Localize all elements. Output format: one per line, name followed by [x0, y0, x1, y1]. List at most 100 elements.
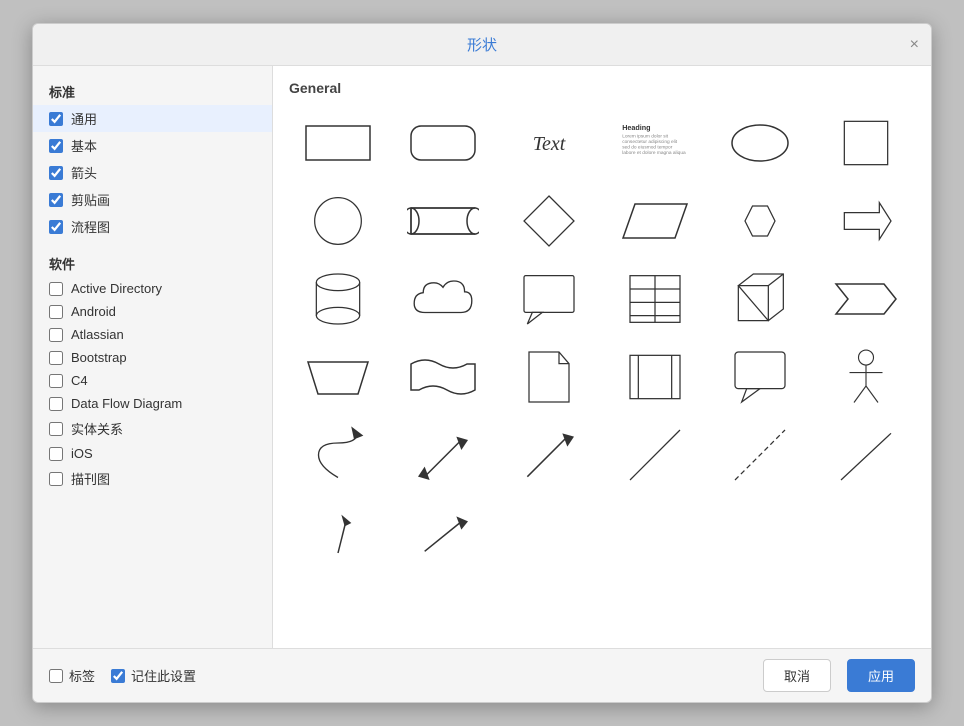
shape-arrow-small-up[interactable]: [289, 498, 387, 568]
checkbox-software-7[interactable]: [49, 447, 63, 461]
software-label-5: Data Flow Diagram: [71, 396, 182, 411]
shape-process[interactable]: [606, 342, 704, 412]
shape-cube[interactable]: [712, 264, 810, 334]
shape-s-arrow[interactable]: [289, 420, 387, 490]
checkbox-software-6[interactable]: [49, 422, 63, 436]
checkbox-software-5[interactable]: [49, 397, 63, 411]
apply-button[interactable]: 应用: [847, 659, 915, 692]
shapes-dialog: 形状 × 标准 通用基本箭头剪贴画流程图 软件 Active Directory…: [32, 23, 932, 703]
shape-parallelogram[interactable]: [606, 186, 704, 256]
software-section-title: 软件: [33, 248, 272, 277]
shape-rounded-rect[interactable]: [395, 108, 493, 178]
shape-person[interactable]: [817, 342, 915, 412]
checkbox-software-1[interactable]: [49, 305, 63, 319]
sidebar-standard-item-1[interactable]: 基本: [33, 132, 272, 159]
shape-cylinder-h[interactable]: [395, 186, 493, 256]
shape-table[interactable]: [606, 264, 704, 334]
software-label-0: Active Directory: [71, 281, 162, 296]
shape-line-diagonal[interactable]: [606, 420, 704, 490]
standard-label-2: 箭头: [71, 163, 97, 182]
checkbox-standard-2[interactable]: [49, 166, 63, 180]
shape-chevron-arrow[interactable]: [817, 264, 915, 334]
shape-text[interactable]: Text: [500, 108, 598, 178]
remember-checkbox[interactable]: [111, 669, 125, 683]
shape-cloud[interactable]: [395, 264, 493, 334]
checkbox-software-3[interactable]: [49, 351, 63, 365]
dialog-title: 形状: [467, 34, 497, 55]
shape-hexagon[interactable]: [712, 186, 810, 256]
shape-dashed-line[interactable]: [712, 420, 810, 490]
shape-ellipse[interactable]: [712, 108, 810, 178]
sidebar-software-item-3[interactable]: Bootstrap: [33, 346, 272, 369]
cancel-button[interactable]: 取消: [763, 659, 831, 692]
sidebar-software-item-5[interactable]: Data Flow Diagram: [33, 392, 272, 415]
sidebar-standard-item-0[interactable]: 通用: [33, 105, 272, 132]
shape-speech-bubble[interactable]: [712, 342, 810, 412]
footer-left: 标签 记住此设置: [49, 666, 196, 685]
checkbox-standard-0[interactable]: [49, 112, 63, 126]
checkbox-standard-1[interactable]: [49, 139, 63, 153]
svg-text:consectetur adipiscing elit: consectetur adipiscing elit: [622, 139, 678, 145]
close-button[interactable]: ×: [910, 37, 919, 53]
svg-text:Text: Text: [533, 133, 566, 155]
sidebar-software-item-0[interactable]: Active Directory: [33, 277, 272, 300]
sidebar-software-item-2[interactable]: Atlassian: [33, 323, 272, 346]
software-label-7: iOS: [71, 446, 93, 461]
remember-checkbox-item[interactable]: 记住此设置: [111, 666, 196, 685]
checkbox-software-0[interactable]: [49, 282, 63, 296]
remember-label: 记住此设置: [131, 666, 196, 685]
standard-label-3: 剪贴画: [71, 190, 110, 209]
checkbox-software-2[interactable]: [49, 328, 63, 342]
sidebar-software-item-8[interactable]: 描刊图: [33, 465, 272, 492]
sidebar-standard-item-4[interactable]: 流程图: [33, 213, 272, 240]
tag-checkbox[interactable]: [49, 669, 63, 683]
shape-line[interactable]: [817, 420, 915, 490]
main-content: General Text: [273, 66, 931, 648]
sidebar-standard-item-2[interactable]: 箭头: [33, 159, 272, 186]
svg-text:labore et dolore magna aliqua: labore et dolore magna aliqua: [622, 150, 686, 156]
dialog-footer: 标签 记住此设置 取消 应用: [33, 648, 931, 702]
software-label-3: Bootstrap: [71, 350, 127, 365]
checkbox-software-4[interactable]: [49, 374, 63, 388]
standard-label-0: 通用: [71, 109, 97, 128]
dialog-header: 形状 ×: [33, 24, 931, 66]
section-title: General: [289, 80, 915, 96]
standard-label-1: 基本: [71, 136, 97, 155]
tag-checkbox-item[interactable]: 标签: [49, 666, 95, 685]
shape-circle[interactable]: [289, 186, 387, 256]
shape-double-arrow-diagonal[interactable]: [395, 420, 493, 490]
svg-text:sed do eiusmod tempor: sed do eiusmod tempor: [622, 145, 673, 151]
shape-callout[interactable]: [500, 264, 598, 334]
shape-document[interactable]: [500, 342, 598, 412]
checkbox-software-8[interactable]: [49, 472, 63, 486]
software-label-1: Android: [71, 304, 116, 319]
shape-rectangle[interactable]: [289, 108, 387, 178]
sidebar-software-item-7[interactable]: iOS: [33, 442, 272, 465]
software-label-8: 描刊图: [71, 469, 110, 488]
sidebar-standard-item-3[interactable]: 剪贴画: [33, 186, 272, 213]
software-label-4: C4: [71, 373, 88, 388]
shape-arrow-small-right[interactable]: [395, 498, 493, 568]
sidebar-software-item-6[interactable]: 实体关系: [33, 415, 272, 442]
sidebar-software-item-1[interactable]: Android: [33, 300, 272, 323]
shapes-grid: Text Heading Lorem ipsum dolor sit conse…: [289, 108, 915, 568]
svg-text:Heading: Heading: [622, 123, 650, 132]
shape-cylinder[interactable]: [289, 264, 387, 334]
checkbox-standard-3[interactable]: [49, 193, 63, 207]
checkbox-standard-4[interactable]: [49, 220, 63, 234]
sidebar-software-item-4[interactable]: C4: [33, 369, 272, 392]
software-label-6: 实体关系: [71, 419, 123, 438]
shape-wave[interactable]: [395, 342, 493, 412]
svg-text:Lorem ipsum dolor sit: Lorem ipsum dolor sit: [622, 133, 669, 139]
shape-square[interactable]: [817, 108, 915, 178]
tag-label: 标签: [69, 666, 95, 685]
dialog-body: 标准 通用基本箭头剪贴画流程图 软件 Active DirectoryAndro…: [33, 66, 931, 648]
software-label-2: Atlassian: [71, 327, 124, 342]
shape-heading-text[interactable]: Heading Lorem ipsum dolor sit consectetu…: [606, 108, 704, 178]
sidebar: 标准 通用基本箭头剪贴画流程图 软件 Active DirectoryAndro…: [33, 66, 273, 648]
shape-arrow-diagonal[interactable]: [500, 420, 598, 490]
shape-arrow-right[interactable]: [817, 186, 915, 256]
standard-label-4: 流程图: [71, 217, 110, 236]
shape-trapezoid[interactable]: [289, 342, 387, 412]
shape-diamond[interactable]: [500, 186, 598, 256]
